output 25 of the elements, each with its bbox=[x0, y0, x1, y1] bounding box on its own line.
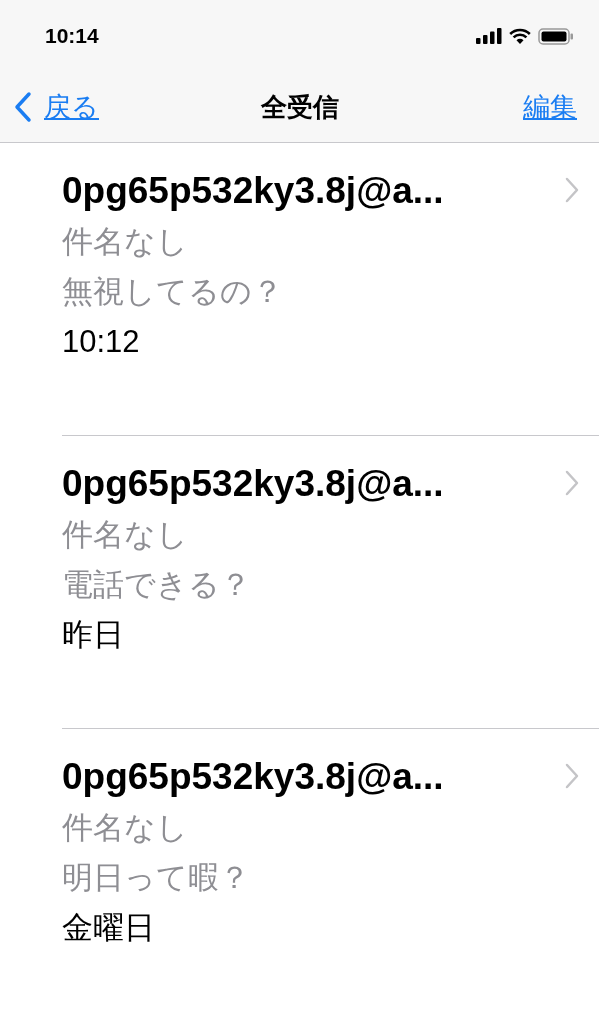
message-date: 10:12 bbox=[62, 323, 141, 361]
status-time: 10:14 bbox=[45, 24, 99, 48]
message-preview: 電話できる？ bbox=[62, 566, 252, 604]
message-preview: 明日って暇？ bbox=[62, 859, 251, 897]
message-sender: 0pg65p532ky3.8j@a... bbox=[62, 755, 444, 799]
wifi-icon bbox=[509, 28, 531, 44]
signal-icon bbox=[476, 28, 502, 44]
message-date: 金曜日 bbox=[62, 909, 156, 947]
battery-icon bbox=[538, 27, 574, 45]
message-subject: 件名なし bbox=[62, 516, 189, 554]
message-subject: 件名なし bbox=[62, 809, 189, 847]
message-row[interactable]: 0pg65p532ky3.8j@a... 件名なし 無視してるの？ 10:12 bbox=[62, 143, 599, 436]
message-row[interactable]: 0pg65p532ky3.8j@a... 件名なし 明日って暇？ 金曜日 bbox=[62, 729, 599, 1019]
edit-link[interactable]: 編集 bbox=[523, 89, 577, 125]
message-sender: 0pg65p532ky3.8j@a... bbox=[62, 462, 444, 506]
back-chevron-icon bbox=[14, 91, 32, 123]
nav-title: 全受信 bbox=[260, 90, 339, 124]
message-preview: 無視してるの？ bbox=[62, 273, 284, 311]
chevron-icon bbox=[565, 763, 579, 789]
chevron-icon bbox=[565, 470, 579, 496]
message-row[interactable]: 0pg65p532ky3.8j@a... 件名なし 電話できる？ 昨日 bbox=[62, 436, 599, 729]
message-sender: 0pg65p532ky3.8j@a... bbox=[62, 169, 444, 213]
message-subject: 件名なし bbox=[62, 223, 189, 261]
chevron-icon bbox=[565, 177, 579, 203]
message-date: 昨日 bbox=[62, 616, 125, 654]
